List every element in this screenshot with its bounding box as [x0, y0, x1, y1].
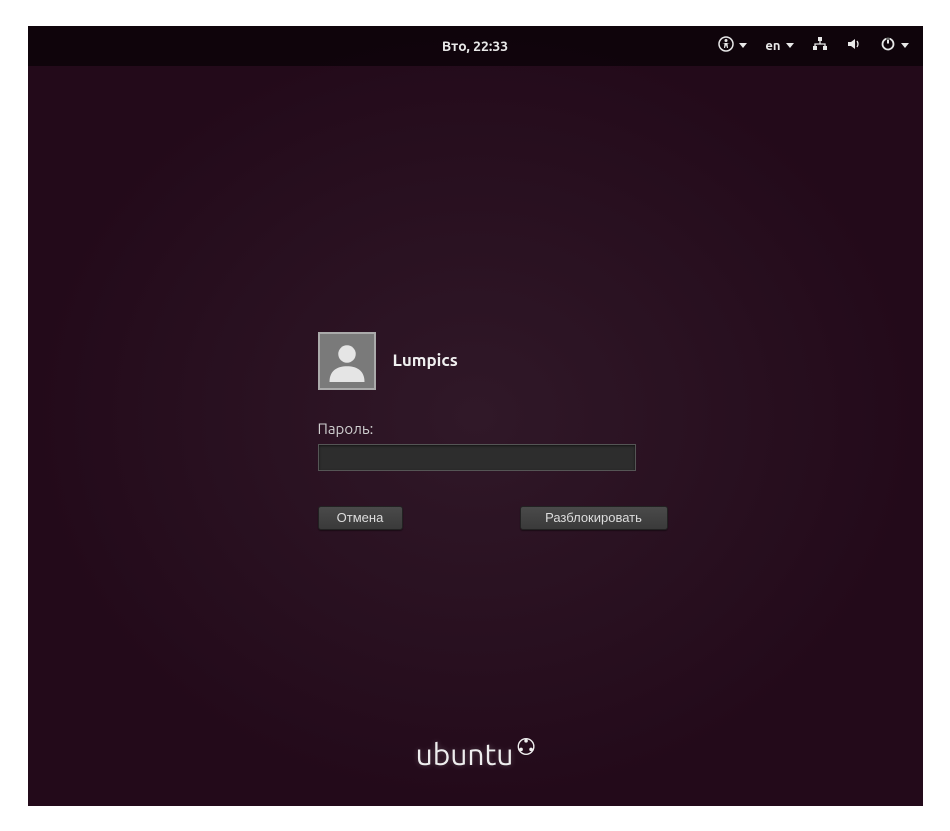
ubuntu-logo: ubuntu [416, 737, 535, 771]
volume-icon [846, 36, 862, 55]
lock-screen: Вто, 22:33 en [28, 26, 923, 806]
chevron-down-icon [786, 43, 794, 48]
circle-of-friends-icon [517, 745, 534, 762]
password-input[interactable] [318, 444, 636, 471]
username-label: Lumpics [393, 351, 458, 370]
chevron-down-icon [739, 43, 747, 48]
unlock-button[interactable]: Разблокировать [520, 506, 668, 530]
button-row: Отмена Разблокировать [318, 506, 668, 530]
network-indicator[interactable] [812, 36, 828, 55]
password-label: Пароль: [318, 420, 668, 437]
logo-text: ubuntu [416, 737, 514, 771]
cancel-button[interactable]: Отмена [318, 506, 403, 530]
avatar [318, 332, 376, 390]
clock[interactable]: Вто, 22:33 [442, 38, 508, 54]
system-indicators: en [718, 36, 908, 55]
user-icon [326, 340, 368, 382]
sound-indicator[interactable] [846, 36, 862, 55]
keyboard-layout-menu[interactable]: en [765, 39, 793, 53]
user-row: Lumpics [318, 332, 668, 390]
accessibility-menu[interactable] [718, 36, 747, 55]
language-indicator: en [765, 39, 780, 53]
login-form: Lumpics Пароль: Отмена Разблокировать [318, 332, 668, 530]
accessibility-icon [718, 36, 734, 55]
top-panel: Вто, 22:33 en [28, 26, 923, 66]
chevron-down-icon [901, 43, 909, 48]
network-icon [812, 36, 828, 55]
power-icon [880, 36, 896, 55]
power-menu[interactable] [880, 36, 909, 55]
